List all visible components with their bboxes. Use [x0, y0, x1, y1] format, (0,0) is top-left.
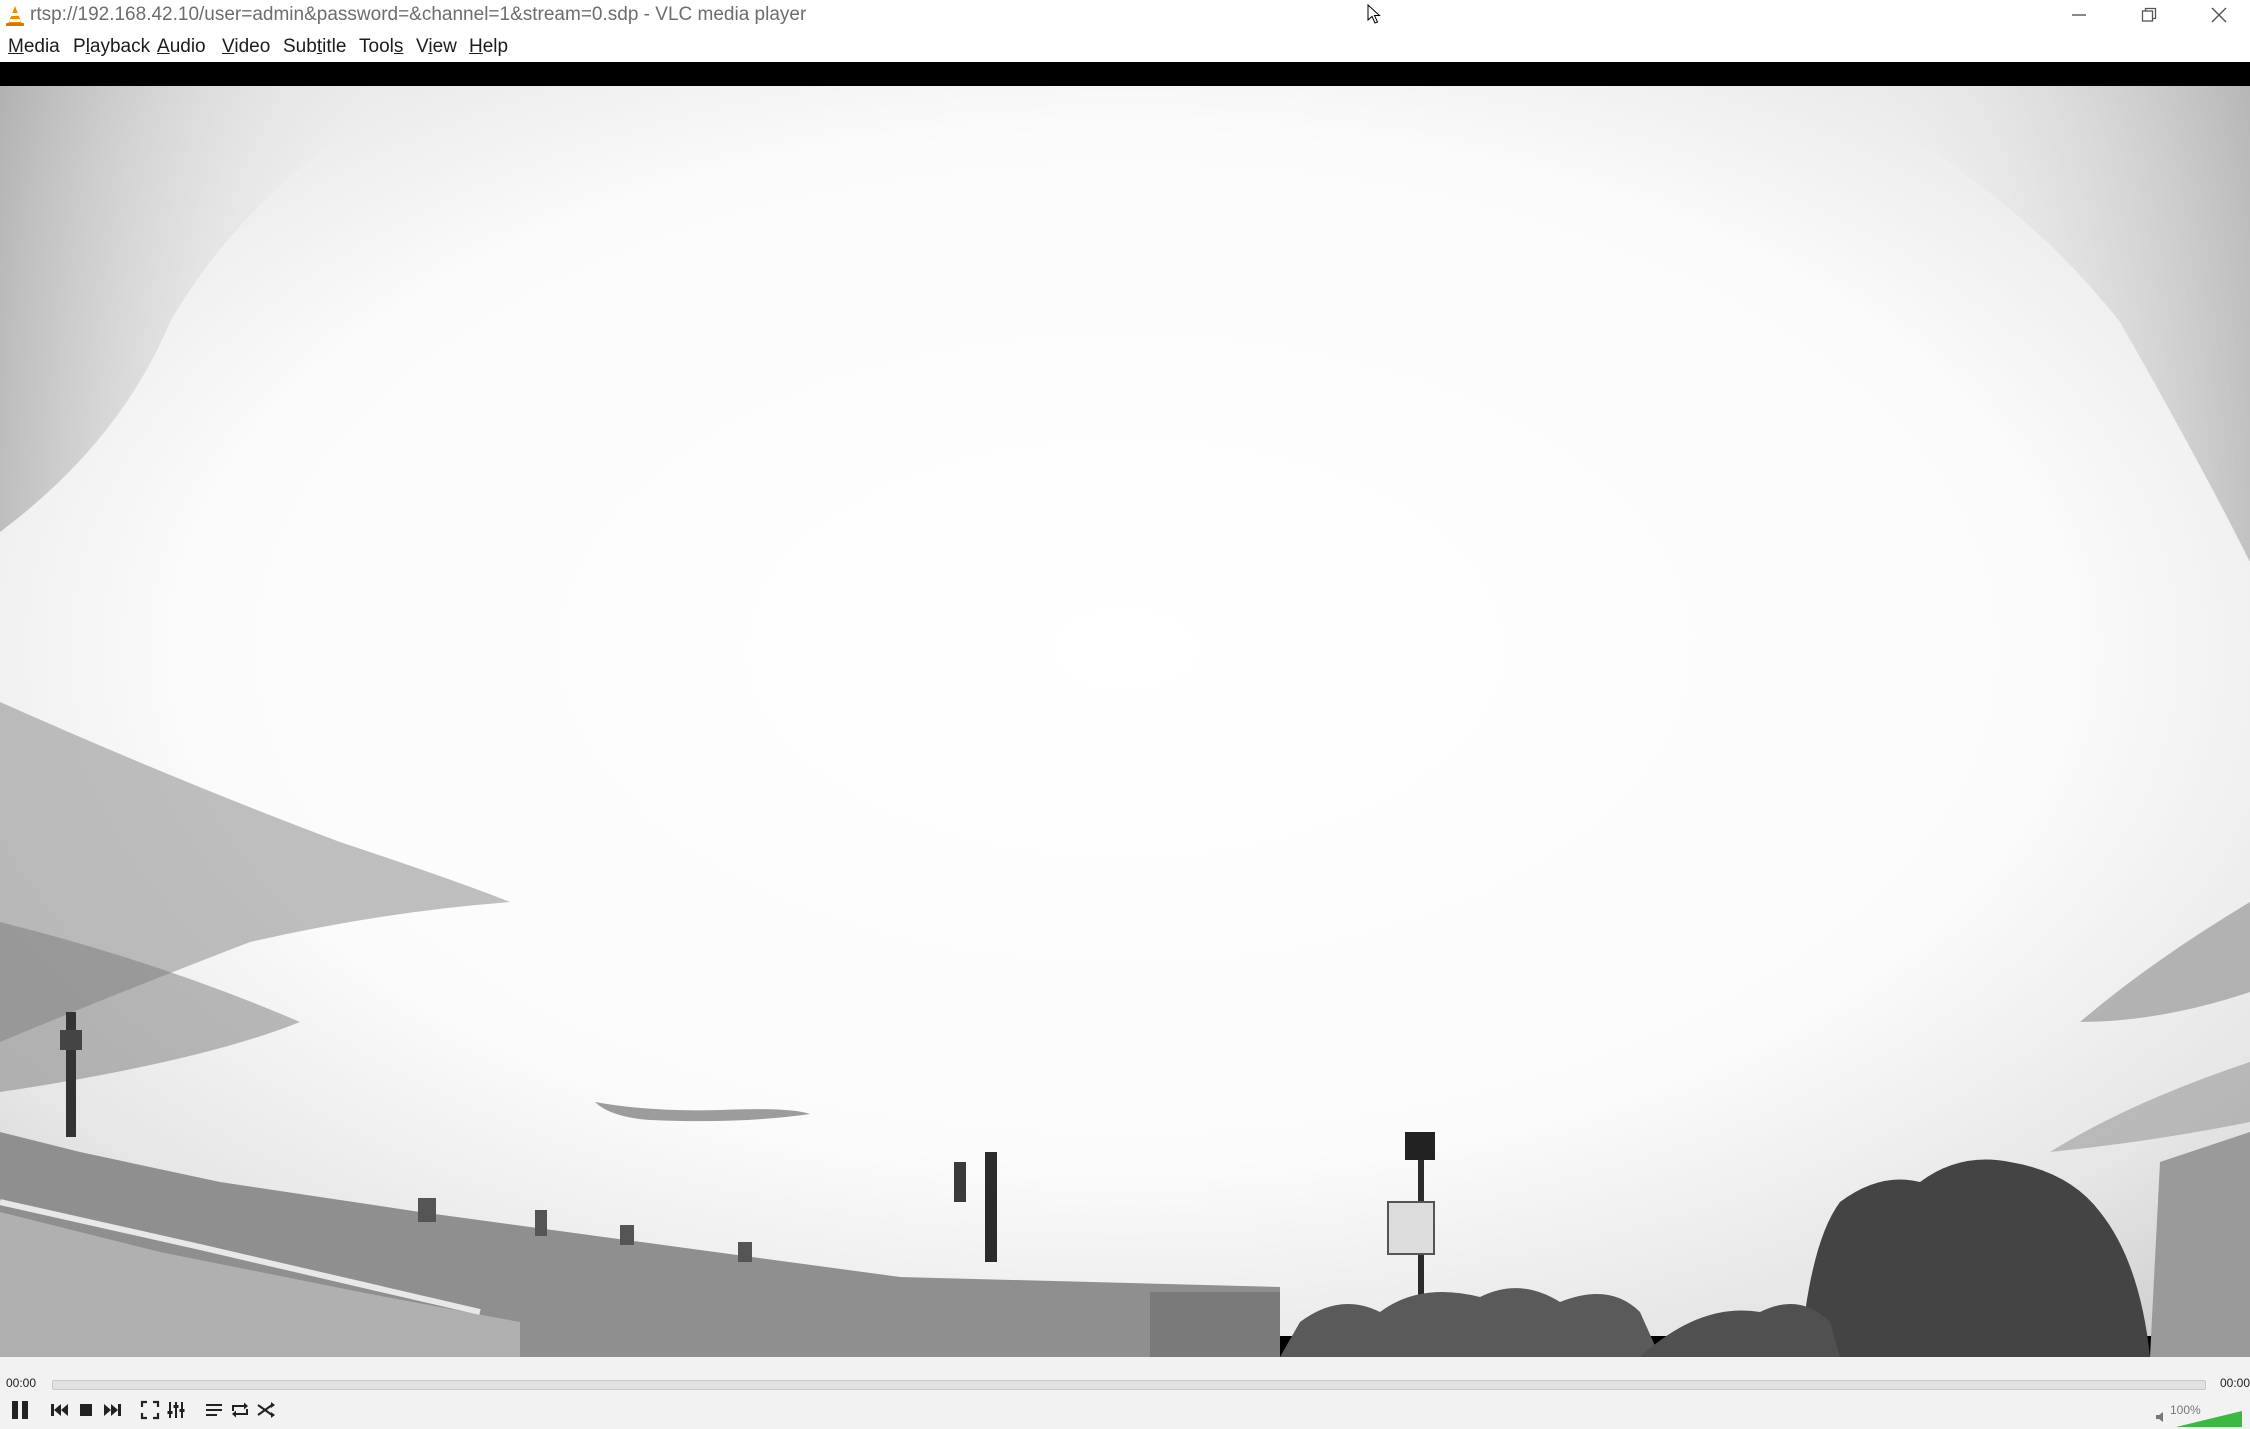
- title-bar: rtsp://192.168.42.10/user=admin&password…: [0, 0, 2250, 30]
- stop-icon: [80, 1404, 92, 1416]
- minimize-icon: [2072, 14, 2086, 16]
- shuffle-icon: [257, 1402, 275, 1418]
- next-icon: [104, 1404, 121, 1416]
- menu-bar: Media Playback Audio Video Subtitle Tool…: [0, 30, 2250, 62]
- elapsed-time[interactable]: 00:00: [6, 1376, 36, 1390]
- pause-icon: [12, 1401, 28, 1419]
- previous-button[interactable]: [47, 1397, 73, 1423]
- pause-button[interactable]: [7, 1397, 33, 1423]
- speaker-icon[interactable]: [2154, 1410, 2168, 1424]
- playback-controls: 00:00 00:00 100%: [0, 1357, 2250, 1429]
- menu-subtitle[interactable]: Subtitle: [283, 36, 346, 58]
- previous-icon: [51, 1404, 68, 1416]
- loop-icon: [232, 1402, 248, 1418]
- vlc-cone-icon: [6, 6, 24, 26]
- seek-slider[interactable]: [52, 1380, 2206, 1390]
- menu-view[interactable]: View: [416, 36, 457, 58]
- restore-button[interactable]: [2114, 0, 2184, 30]
- minimize-button[interactable]: [2044, 0, 2114, 30]
- window-title: rtsp://192.168.42.10/user=admin&password…: [30, 4, 807, 25]
- menu-tools[interactable]: Tools: [359, 36, 403, 58]
- menu-help[interactable]: Help: [469, 36, 508, 58]
- menu-video[interactable]: Video: [222, 36, 270, 58]
- fullscreen-icon: [140, 1400, 160, 1420]
- volume-slider[interactable]: [2176, 1411, 2242, 1427]
- video-frame: [0, 62, 2250, 1357]
- next-button[interactable]: [99, 1397, 125, 1423]
- menu-media[interactable]: Media: [8, 36, 60, 58]
- menu-playback[interactable]: Playback: [73, 36, 150, 58]
- fullscreen-button[interactable]: [137, 1397, 163, 1423]
- video-area[interactable]: [0, 62, 2250, 1357]
- playlist-icon: [206, 1404, 222, 1416]
- shuffle-button[interactable]: [253, 1397, 279, 1423]
- close-button[interactable]: [2184, 0, 2250, 30]
- menu-audio[interactable]: Audio: [157, 36, 206, 58]
- extended-settings-button[interactable]: [163, 1397, 189, 1423]
- playlist-button[interactable]: [201, 1397, 227, 1423]
- close-icon: [2211, 7, 2227, 23]
- stop-button[interactable]: [73, 1397, 99, 1423]
- mouse-cursor-icon: [1367, 4, 1381, 24]
- extended-settings-icon: [167, 1402, 185, 1418]
- restore-icon: [2141, 7, 2157, 22]
- total-time[interactable]: 00:00: [2220, 1376, 2250, 1390]
- loop-button[interactable]: [227, 1397, 253, 1423]
